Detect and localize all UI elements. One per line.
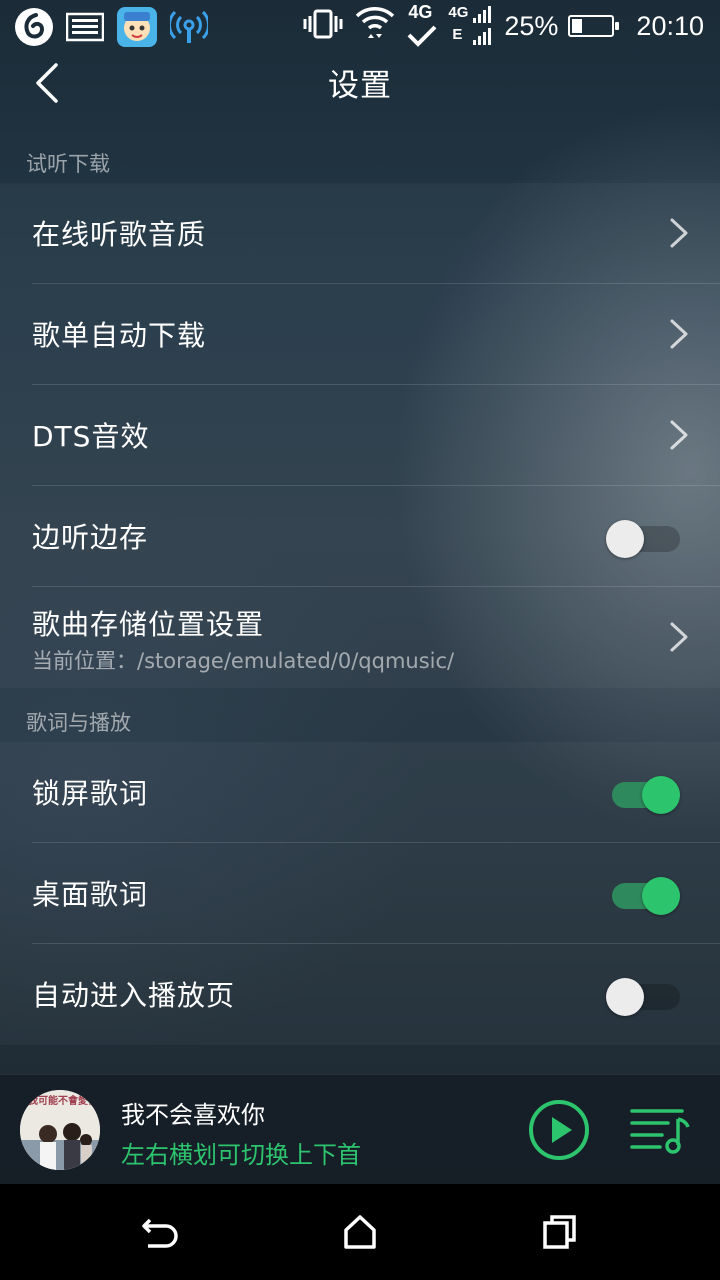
chevron-right-icon (670, 622, 688, 652)
hotspot-icon (168, 9, 210, 49)
toggle-knob (642, 776, 680, 814)
app-avatar-icon (116, 6, 158, 52)
setting-cache-while-listening: 边听边存 (0, 486, 720, 587)
toggle-knob (642, 877, 680, 915)
home-icon (344, 1215, 376, 1249)
play-icon (529, 1100, 589, 1160)
setting-label: DTS音效 (32, 420, 150, 453)
status-bar-system: 4G 4G E 25% 20:10 (302, 2, 704, 48)
toggle-knob (606, 978, 644, 1016)
desktop-lyrics-toggle[interactable] (606, 875, 680, 915)
setting-lockscreen-lyrics: 锁屏歌词 (0, 742, 720, 843)
setting-label: 歌单自动下载 (32, 319, 207, 352)
wifi-icon (354, 4, 396, 48)
nav-recents-button[interactable] (536, 1208, 584, 1256)
back-icon (142, 1218, 178, 1248)
settings-group-lyrics: 锁屏歌词 桌面歌词 自动进入播放页 (0, 742, 720, 1045)
battery-icon (568, 15, 620, 37)
status-bar: 4G 4G E 25% 20:10 (0, 0, 720, 52)
setting-label: 自动进入播放页 (32, 979, 236, 1012)
system-nav-bar (0, 1184, 720, 1280)
setting-dts-effect[interactable]: DTS音效 (0, 385, 720, 486)
settings-screen: 4G 4G E 25% 20:10 设置 试听下载 在线听歌音质 歌单自动下载 … (0, 0, 720, 1184)
clock: 20:10 (636, 10, 704, 41)
section-label-lyrics: 歌词与播放 (26, 711, 131, 735)
storage-path-text: 当前位置：/storage/emulated/0/qqmusic/ (32, 649, 455, 673)
playlist-icon (630, 1109, 690, 1154)
playlist-button[interactable] (628, 1105, 692, 1155)
section-label-download: 试听下载 (26, 152, 110, 176)
setting-online-quality[interactable]: 在线听歌音质 (0, 183, 720, 284)
setting-playlist-auto-download[interactable]: 歌单自动下载 (0, 284, 720, 385)
setting-auto-enter-player: 自动进入播放页 (0, 944, 720, 1045)
lockscreen-lyrics-toggle[interactable] (606, 774, 680, 814)
signal-icon: 4G E (448, 4, 494, 48)
setting-label: 歌曲存储位置设置 (32, 608, 265, 641)
setting-desktop-lyrics: 桌面歌词 (0, 843, 720, 944)
chevron-right-icon (670, 319, 688, 349)
toggle-knob (606, 520, 644, 558)
page-title: 设置 (328, 68, 392, 104)
netease-icon (14, 7, 54, 51)
nav-home-button[interactable] (336, 1208, 384, 1256)
chevron-right-icon (670, 218, 688, 248)
album-caption: 我可能不會愛你 (28, 1096, 98, 1107)
swipe-hint: 左右横划可切换上下首 (121, 1141, 361, 1169)
settings-group-download: 在线听歌音质 歌单自动下载 DTS音效 边听边存 歌曲存储位置设置 当前位置：/… (0, 183, 720, 688)
nav-back-button[interactable] (136, 1208, 184, 1256)
vibrate-icon (302, 8, 344, 44)
recents-icon (543, 1215, 576, 1249)
status-bar-notifications (14, 6, 210, 52)
message-icon (65, 12, 105, 46)
setting-label: 在线听歌音质 (32, 218, 207, 251)
chevron-right-icon (670, 420, 688, 450)
play-button[interactable] (528, 1099, 590, 1161)
app-header: 设置 (0, 52, 720, 114)
setting-label: 边听边存 (32, 521, 149, 554)
song-title: 我不会喜欢你 (121, 1101, 265, 1129)
auto-enter-player-toggle[interactable] (606, 976, 680, 1016)
album-art[interactable]: 我可能不會愛你 (20, 1090, 100, 1170)
setting-storage-location[interactable]: 歌曲存储位置设置 当前位置：/storage/emulated/0/qqmusi… (0, 587, 720, 688)
mini-player[interactable]: 我可能不會愛你 我不会喜欢你 左右横划可切换上下首 (0, 1074, 720, 1184)
setting-label: 锁屏歌词 (32, 777, 149, 810)
cache-while-listening-toggle[interactable] (606, 518, 680, 558)
battery-percent: 25% (504, 10, 559, 41)
4g-check-icon: 4G (406, 2, 438, 48)
battery-fill (572, 19, 583, 33)
setting-label: 桌面歌词 (32, 878, 149, 911)
